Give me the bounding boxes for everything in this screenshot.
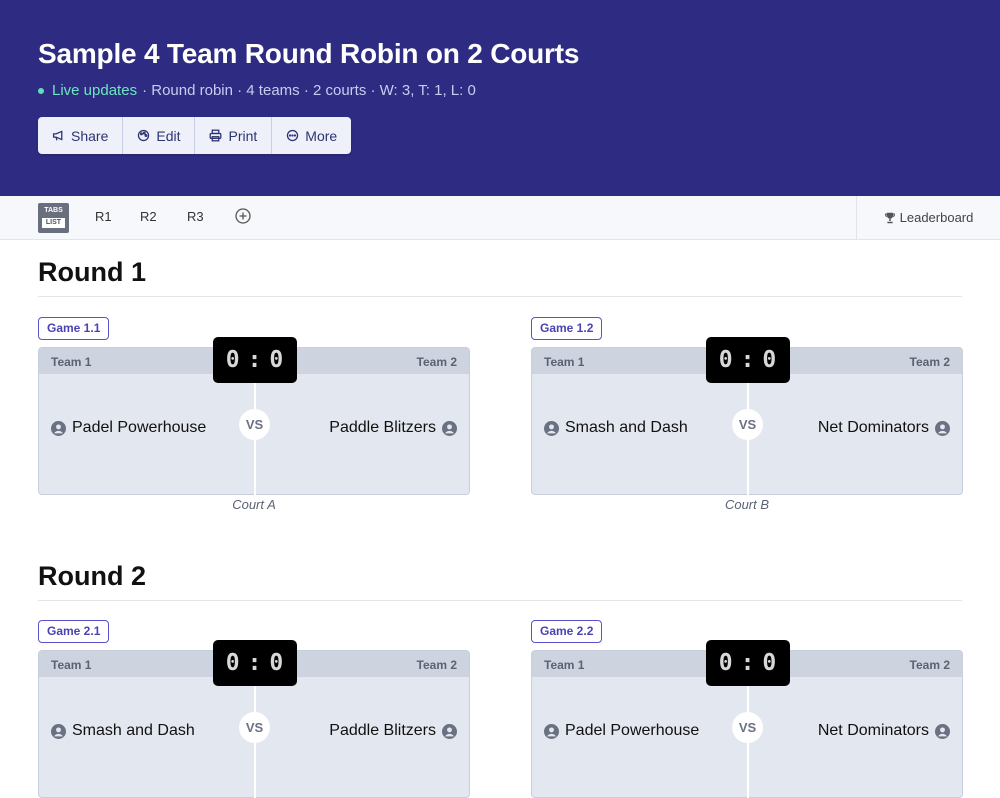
edit-label: Edit <box>156 127 181 144</box>
share-label: Share <box>71 127 109 144</box>
vs-badge: VS <box>732 409 763 440</box>
user-avatar-icon <box>544 723 559 739</box>
team-2-header: Team 2 <box>416 355 457 369</box>
event-summary: · Round robin · 4 teams · 2 courts · W: … <box>142 82 476 99</box>
team-1-header: Team 1 <box>544 355 585 369</box>
team-1-label: Smash and Dash <box>72 722 195 739</box>
team-1-name[interactable]: Padel Powerhouse <box>51 419 206 437</box>
team-1-header: Team 1 <box>51 658 92 672</box>
view-toggle-button[interactable]: TABS LIST <box>38 203 69 233</box>
team-1-label: Padel Powerhouse <box>565 722 700 739</box>
tab-r1[interactable]: R1 <box>95 209 112 224</box>
add-round-button[interactable] <box>235 208 251 229</box>
team-2-label: Paddle Blitzers <box>329 722 436 739</box>
team-1-name[interactable]: Smash and Dash <box>544 419 688 437</box>
game-label[interactable]: Game 2.1 <box>38 620 110 643</box>
score-team-2: 0 <box>269 347 285 373</box>
team-1-name[interactable]: Smash and Dash <box>51 722 195 740</box>
score-team-2: 0 <box>269 650 285 676</box>
printer-icon <box>210 129 222 142</box>
vs-badge: VS <box>239 409 270 440</box>
score-team-2: 0 <box>762 347 778 373</box>
game-card: Team 1 Team 2 0:0 VS Smash and Dash Padd… <box>38 640 470 798</box>
game-label[interactable]: Game 2.2 <box>531 620 603 643</box>
tab-r2[interactable]: R2 <box>140 209 157 224</box>
vs-badge: VS <box>239 712 270 743</box>
team-1-label: Padel Powerhouse <box>72 419 207 436</box>
user-avatar-icon <box>544 420 559 436</box>
team-1-header: Team 1 <box>544 658 585 672</box>
trophy-icon <box>884 212 895 223</box>
team-2-name[interactable]: Paddle Blitzers <box>329 419 457 437</box>
ellipsis-circle-icon <box>287 129 299 142</box>
score-team-1: 0 <box>225 347 241 373</box>
more-label: More <box>305 127 338 144</box>
live-updates-link[interactable]: Live updates <box>52 82 137 99</box>
megaphone-icon <box>52 130 63 141</box>
game-label[interactable]: Game 1.1 <box>38 317 110 340</box>
user-avatar-icon <box>935 723 950 739</box>
user-avatar-icon <box>935 420 950 436</box>
scoreboard[interactable]: 0:0 <box>706 640 790 686</box>
print-label: Print <box>228 127 258 144</box>
tab-r3[interactable]: R3 <box>187 209 204 224</box>
score-team-1: 0 <box>225 650 241 676</box>
court-label: Court A <box>232 497 276 512</box>
team-2-label: Net Dominators <box>817 419 929 436</box>
event-meta: Live updates · Round robin · 4 teams · 2… <box>38 82 476 99</box>
user-avatar-icon <box>442 723 457 739</box>
print-button[interactable]: Print <box>195 117 273 154</box>
leaderboard-button[interactable]: Leaderboard <box>856 196 1000 239</box>
team-2-name[interactable]: Net Dominators <box>818 419 950 437</box>
leaderboard-label: Leaderboard <box>899 210 974 225</box>
round-2-divider <box>38 600 962 601</box>
score-team-1: 0 <box>718 650 734 676</box>
page-header: Sample 4 Team Round Robin on 2 Courts Li… <box>0 0 1000 196</box>
game-card: Team 1 Team 2 0:0 VS Padel Powerhouse Ne… <box>531 640 963 798</box>
team-2-name[interactable]: Net Dominators <box>818 722 950 740</box>
team-2-header: Team 2 <box>909 658 950 672</box>
game-card: Team 1 Team 2 0:0 VS Padel Powerhouse Pa… <box>38 337 470 495</box>
share-button[interactable]: Share <box>38 117 124 154</box>
palette-icon <box>138 129 150 142</box>
edit-button[interactable]: Edit <box>123 117 196 154</box>
more-button[interactable]: More <box>272 117 351 154</box>
action-toolbar: Share Edit Print More <box>38 117 352 154</box>
vs-badge: VS <box>732 712 763 743</box>
round-2-title: Round 2 <box>38 561 146 591</box>
team-1-label: Smash and Dash <box>565 419 688 436</box>
page-title: Sample 4 Team Round Robin on 2 Courts <box>38 38 580 69</box>
view-toggle-list: LIST <box>42 218 65 228</box>
round-1-divider <box>38 296 962 297</box>
team-1-header: Team 1 <box>51 355 92 369</box>
team-1-name[interactable]: Padel Powerhouse <box>544 722 699 740</box>
scoreboard[interactable]: 0:0 <box>706 337 790 383</box>
team-2-header: Team 2 <box>909 355 950 369</box>
scoreboard[interactable]: 0:0 <box>213 337 297 383</box>
team-2-header: Team 2 <box>416 658 457 672</box>
user-avatar-icon <box>51 420 66 436</box>
live-indicator-icon <box>38 87 44 94</box>
round-1-title: Round 1 <box>38 257 146 287</box>
game-card: Team 1 Team 2 0:0 VS Smash and Dash Net … <box>531 337 963 495</box>
game-label[interactable]: Game 1.2 <box>531 317 603 340</box>
score-team-2: 0 <box>762 650 778 676</box>
user-avatar-icon <box>442 420 457 436</box>
scoreboard[interactable]: 0:0 <box>213 640 297 686</box>
user-avatar-icon <box>51 723 66 739</box>
court-label: Court B <box>724 497 770 512</box>
team-2-label: Paddle Blitzers <box>329 419 436 436</box>
view-toggle-tabs: TABS <box>44 207 63 214</box>
score-team-1: 0 <box>718 347 734 373</box>
plus-circle-icon <box>235 208 251 224</box>
team-2-label: Net Dominators <box>817 722 929 739</box>
team-2-name[interactable]: Paddle Blitzers <box>329 722 457 740</box>
round-tab-bar: TABS LIST R1 R2 R3 Leaderboard <box>0 196 1000 240</box>
